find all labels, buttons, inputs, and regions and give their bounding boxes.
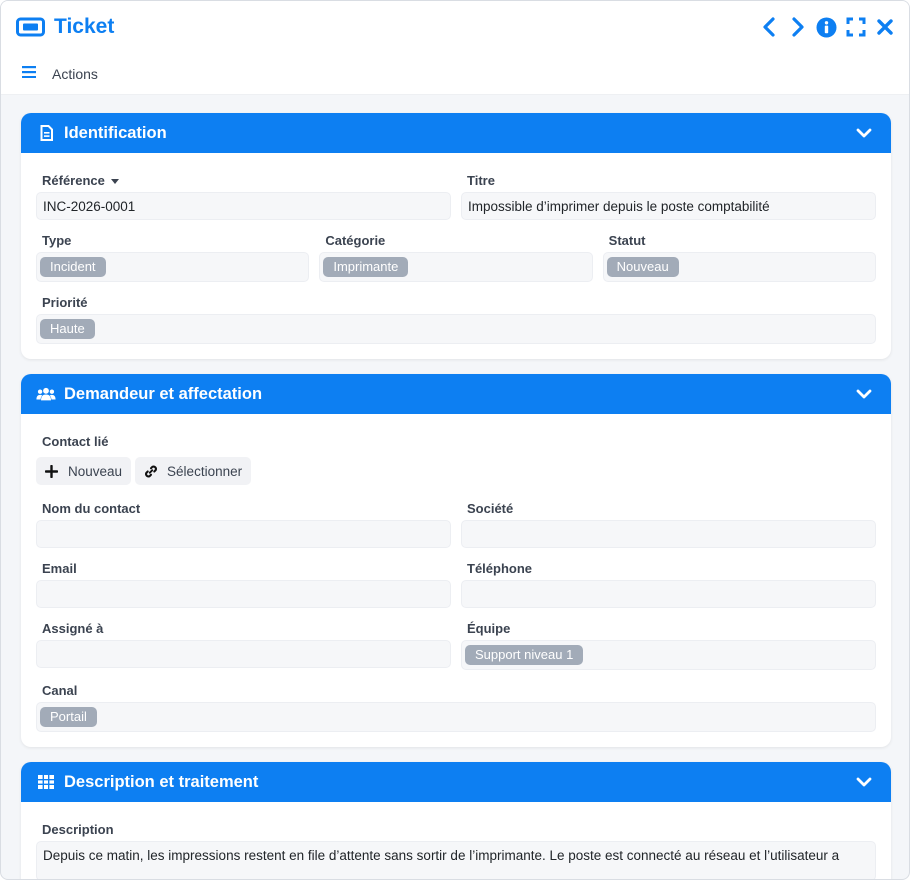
traitement-card: Description et traitement Description De…	[21, 762, 891, 879]
chevron-left-icon[interactable]	[754, 14, 783, 40]
assigne-select[interactable]	[36, 640, 451, 668]
chevron-down-icon[interactable]	[855, 124, 873, 142]
equipe-label: Équipe	[467, 621, 511, 636]
select-contact-button[interactable]: Sélectionner	[135, 457, 252, 485]
canal-select[interactable]: Portail	[36, 702, 876, 732]
type-select[interactable]: Incident	[36, 252, 310, 282]
window-title: Ticket	[54, 15, 115, 38]
email-label: Email	[42, 561, 77, 576]
type-field: Type Incident	[36, 230, 310, 282]
close-icon[interactable]	[870, 14, 899, 40]
categorie-select[interactable]: Imprimante	[319, 252, 593, 282]
document-icon	[36, 125, 56, 141]
telephone-input[interactable]	[461, 580, 876, 608]
info-icon[interactable]	[812, 14, 841, 40]
equipe-select[interactable]: Support niveau 1	[461, 640, 876, 670]
description-textarea[interactable]: Depuis ce matin, les impressions restent…	[36, 841, 876, 879]
section-title: Identification	[64, 123, 167, 142]
users-icon	[36, 386, 56, 402]
societe-label: Société	[467, 501, 514, 516]
email-input[interactable]	[36, 580, 451, 608]
reference-input[interactable]: INC-2026-0001	[36, 192, 451, 220]
traitement-header[interactable]: Description et traitement	[21, 762, 891, 802]
reference-label: Référence	[42, 173, 105, 188]
traitement-body: Description Depuis ce matin, les impress…	[21, 802, 891, 879]
priorite-tag: Haute	[40, 319, 95, 339]
actions-menu[interactable]: Actions	[1, 53, 909, 95]
type-label: Type	[42, 233, 72, 248]
reference-field: Référence INC-2026-0001	[36, 170, 451, 220]
section-title: Demandeur et affectation	[64, 384, 263, 403]
statut-tag: Nouveau	[606, 257, 679, 277]
telephone-label: Téléphone	[467, 561, 533, 576]
expand-icon[interactable]	[841, 14, 870, 40]
window-controls	[754, 14, 899, 40]
societe-field: Société	[461, 498, 876, 548]
societe-input[interactable]	[461, 520, 876, 548]
description-label: Description	[42, 822, 114, 837]
ticket-icon	[16, 16, 45, 38]
nom-input[interactable]	[36, 520, 451, 548]
identification-card: Identification Référence INC-2026-0001 T…	[21, 113, 891, 359]
caret-down-icon[interactable]	[110, 179, 119, 185]
identification-body: Référence INC-2026-0001 Titre Impossible…	[21, 153, 891, 359]
contact-buttons: Nouveau Sélectionner	[36, 457, 876, 485]
ticket-window: Ticket Actions Identification Référence …	[0, 0, 910, 880]
titre-label: Titre	[467, 173, 495, 188]
chevron-down-icon[interactable]	[855, 385, 873, 403]
new-contact-button[interactable]: Nouveau	[36, 457, 132, 485]
canal-label: Canal	[42, 683, 78, 698]
canal-tag: Portail	[40, 707, 97, 727]
chevron-down-icon[interactable]	[855, 773, 873, 791]
title-bar: Ticket	[1, 1, 909, 53]
nom-field: Nom du contact	[36, 498, 451, 548]
titre-field: Titre Impossible d’imprimer depuis le po…	[461, 170, 876, 220]
email-field: Email	[36, 558, 451, 608]
assigne-label: Assigné à	[42, 621, 104, 636]
statut-field: Statut Nouveau	[602, 230, 876, 282]
statut-label: Statut	[608, 233, 646, 248]
demandeur-header[interactable]: Demandeur et affectation	[21, 374, 891, 414]
priorite-field: Priorité Haute	[36, 292, 876, 344]
plus-icon	[45, 464, 59, 478]
nom-label: Nom du contact	[42, 501, 141, 516]
categorie-field: Catégorie Imprimante	[319, 230, 593, 282]
priorite-label: Priorité	[42, 295, 88, 310]
new-contact-label: Nouveau	[68, 463, 123, 479]
statut-select[interactable]: Nouveau	[602, 252, 876, 282]
categorie-label: Catégorie	[325, 233, 386, 248]
chevron-right-icon[interactable]	[783, 14, 812, 40]
demandeur-card: Demandeur et affectation Contact lié Nou…	[21, 374, 891, 747]
grid-icon	[36, 775, 56, 789]
titre-input[interactable]: Impossible d’imprimer depuis le poste co…	[461, 192, 876, 220]
telephone-field: Téléphone	[461, 558, 876, 608]
identification-header[interactable]: Identification	[21, 113, 891, 153]
select-contact-label: Sélectionner	[167, 463, 243, 479]
actions-label[interactable]: Actions	[52, 66, 98, 82]
equipe-tag: Support niveau 1	[465, 645, 584, 665]
assigne-field: Assigné à	[36, 618, 451, 670]
canal-field: Canal Portail	[36, 680, 876, 732]
equipe-field: Équipe Support niveau 1	[461, 618, 876, 670]
form-content: Identification Référence INC-2026-0001 T…	[21, 113, 891, 879]
categorie-tag: Imprimante	[323, 257, 409, 277]
hamburger-icon[interactable]	[22, 65, 36, 83]
section-title: Description et traitement	[64, 772, 259, 791]
contact-label: Contact lié	[42, 434, 109, 449]
type-tag: Incident	[40, 257, 106, 277]
demandeur-body: Contact lié Nouveau Sélectionner Nom du …	[21, 414, 891, 747]
link-icon	[144, 464, 158, 478]
priorite-select[interactable]: Haute	[36, 314, 876, 344]
